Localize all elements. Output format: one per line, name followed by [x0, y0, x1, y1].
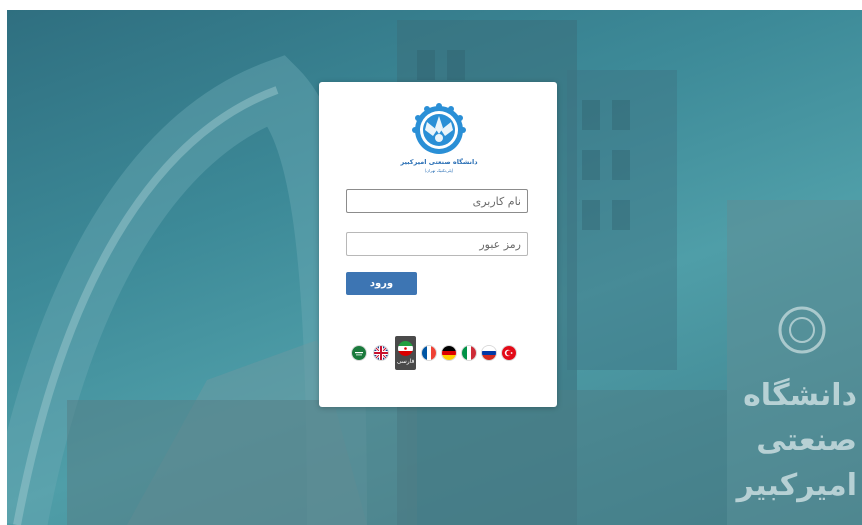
germany-flag-icon[interactable] — [442, 346, 456, 360]
saudi-arabia-flag-icon[interactable] — [352, 346, 366, 360]
russia-flag-icon[interactable] — [482, 346, 496, 360]
password-field[interactable] — [346, 232, 528, 256]
login-card: دانشگاه صنعتی امیرکبیر (پلی‌تکنیک تهران)… — [319, 82, 557, 407]
university-logo: دانشگاه صنعتی امیرکبیر (پلی‌تکنیک تهران) — [399, 100, 479, 180]
italy-flag-icon[interactable] — [462, 346, 476, 360]
uk-flag-icon[interactable] — [374, 346, 388, 360]
sign-text-2: صنعتی — [756, 423, 857, 458]
turkey-flag-icon[interactable] — [502, 346, 516, 360]
sign-text-1: دانشگاه — [743, 377, 857, 413]
username-field[interactable] — [346, 189, 528, 213]
iran-flag-icon — [398, 341, 413, 356]
logo-subtitle: (پلی‌تکنیک تهران) — [425, 168, 454, 173]
active-language-label: فارسی — [396, 358, 415, 365]
login-button[interactable]: ورود — [346, 272, 417, 295]
sign-text-3: امیرکبیر — [735, 468, 857, 503]
iran-flag-button[interactable]: فارسی — [395, 336, 416, 370]
france-flag-icon[interactable] — [422, 346, 436, 360]
logo-university-name: دانشگاه صنعتی امیرکبیر — [399, 158, 478, 166]
login-page: دانشگاه صنعتی امیرکبیر دانشگاه صنعتی امی… — [0, 0, 862, 525]
